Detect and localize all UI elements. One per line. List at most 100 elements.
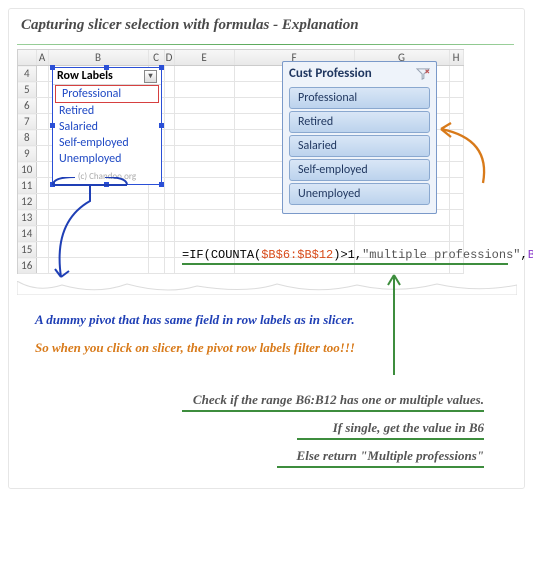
pivot-item: Professional — [55, 85, 159, 103]
col-E[interactable]: E — [174, 50, 234, 66]
cell[interactable] — [449, 130, 463, 146]
row-12[interactable]: 12 — [18, 194, 36, 210]
formula-cell[interactable]: =IF(COUNTA($B$6:$B$12)>1,"multiple profe… — [182, 248, 533, 262]
cell[interactable] — [449, 162, 463, 178]
cell[interactable] — [48, 210, 148, 226]
cell[interactable] — [48, 194, 148, 210]
row-7[interactable]: 7 — [18, 114, 36, 130]
cell[interactable] — [449, 66, 463, 82]
row-5[interactable]: 5 — [18, 82, 36, 98]
cell[interactable] — [164, 146, 174, 162]
row-11[interactable]: 11 — [18, 178, 36, 194]
cell[interactable] — [449, 226, 463, 242]
row-16[interactable]: 16 — [18, 258, 36, 274]
cell[interactable] — [36, 114, 48, 130]
row-8[interactable]: 8 — [18, 130, 36, 146]
annotation-slicer: So when you click on slicer, the pivot r… — [35, 340, 508, 356]
cell[interactable] — [234, 226, 354, 242]
note-line-3: Else return "Multiple professions" — [35, 448, 484, 464]
cell[interactable] — [36, 226, 48, 242]
cell[interactable] — [36, 194, 48, 210]
slicer-panel[interactable]: Cust Profession Professional Retired Sal… — [282, 61, 437, 214]
cell[interactable] — [36, 162, 48, 178]
cell[interactable] — [164, 98, 174, 114]
cell[interactable] — [36, 66, 48, 82]
cell[interactable] — [174, 226, 234, 242]
cell[interactable] — [164, 162, 174, 178]
cell[interactable] — [36, 210, 48, 226]
cell[interactable] — [449, 114, 463, 130]
cell[interactable] — [174, 162, 234, 178]
slicer-item[interactable]: Professional — [289, 87, 430, 109]
pivot-item: Self-employed — [53, 135, 161, 151]
cell[interactable] — [174, 98, 234, 114]
cell[interactable] — [174, 82, 234, 98]
cell[interactable] — [164, 258, 174, 274]
cell[interactable] — [36, 98, 48, 114]
cell[interactable] — [164, 130, 174, 146]
cell[interactable] — [36, 258, 48, 274]
cell[interactable] — [164, 194, 174, 210]
cell[interactable] — [354, 226, 449, 242]
cell[interactable] — [148, 226, 164, 242]
col-B[interactable]: B — [48, 50, 148, 66]
row-4[interactable]: 4 — [18, 66, 36, 82]
clear-filter-icon[interactable] — [416, 68, 430, 80]
formula-cellref: B6 — [528, 248, 533, 262]
filter-dropdown-icon[interactable]: ▾ — [144, 70, 157, 83]
cell[interactable] — [174, 114, 234, 130]
cell[interactable] — [449, 146, 463, 162]
cell[interactable] — [148, 242, 164, 258]
slicer-item[interactable]: Self-employed — [289, 159, 430, 181]
col-A[interactable]: A — [36, 50, 48, 66]
pivot-header-label: Row Labels — [57, 69, 113, 83]
cell[interactable] — [174, 194, 234, 210]
row-14[interactable]: 14 — [18, 226, 36, 242]
cell[interactable] — [164, 210, 174, 226]
slicer-title: Cust Profession — [289, 66, 372, 81]
cell[interactable] — [148, 194, 164, 210]
cell[interactable] — [36, 130, 48, 146]
cell[interactable] — [36, 178, 48, 194]
pivot-table[interactable]: Row Labels ▾ Professional Retired Salari… — [52, 67, 162, 185]
cell[interactable] — [174, 210, 234, 226]
cell[interactable] — [36, 146, 48, 162]
cell[interactable] — [48, 258, 148, 274]
cell[interactable] — [48, 226, 148, 242]
row-15[interactable]: 15 — [18, 242, 36, 258]
col-D[interactable]: D — [164, 50, 174, 66]
cell[interactable] — [164, 242, 174, 258]
cell[interactable] — [148, 258, 164, 274]
formula-range: $B$6:$B$12 — [261, 248, 333, 262]
cell[interactable] — [174, 130, 234, 146]
cell[interactable] — [449, 210, 463, 226]
cell[interactable] — [164, 226, 174, 242]
cell[interactable] — [449, 178, 463, 194]
cell[interactable] — [48, 242, 148, 258]
cell[interactable] — [174, 178, 234, 194]
row-6[interactable]: 6 — [18, 98, 36, 114]
title-underline — [17, 44, 514, 45]
slicer-item[interactable]: Salaried — [289, 135, 430, 157]
row-10[interactable]: 10 — [18, 162, 36, 178]
slicer-item[interactable]: Unemployed — [289, 183, 430, 205]
cell[interactable] — [174, 66, 234, 82]
row-13[interactable]: 13 — [18, 210, 36, 226]
cell[interactable] — [164, 66, 174, 82]
torn-edge — [17, 281, 517, 295]
col-C[interactable]: C — [148, 50, 164, 66]
cell[interactable] — [449, 98, 463, 114]
cell[interactable] — [164, 82, 174, 98]
cell[interactable] — [164, 178, 174, 194]
diagram-title: Capturing slicer selection with formulas… — [17, 15, 514, 44]
cell[interactable] — [36, 242, 48, 258]
cell[interactable] — [36, 82, 48, 98]
col-H[interactable]: H — [449, 50, 463, 66]
cell[interactable] — [174, 146, 234, 162]
slicer-item[interactable]: Retired — [289, 111, 430, 133]
row-9[interactable]: 9 — [18, 146, 36, 162]
cell[interactable] — [164, 114, 174, 130]
cell[interactable] — [148, 210, 164, 226]
cell[interactable] — [449, 194, 463, 210]
cell[interactable] — [449, 82, 463, 98]
